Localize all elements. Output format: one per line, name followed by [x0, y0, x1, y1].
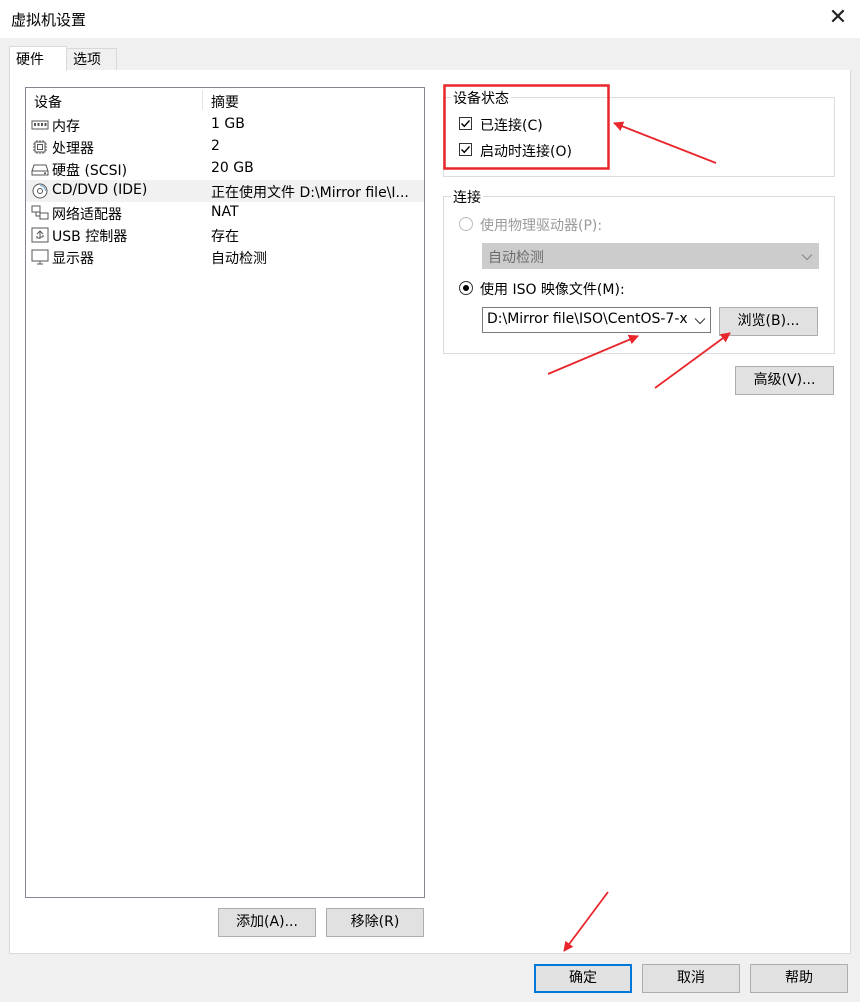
connection-title: 连接	[451, 187, 483, 207]
device-summary: 存在	[211, 229, 239, 245]
device-row-display[interactable]: 显示器 自动检测	[26, 246, 424, 268]
help-button[interactable]: 帮助	[750, 964, 848, 993]
radio-selected-dot	[463, 285, 469, 291]
check-icon	[461, 120, 471, 128]
connected-checkbox[interactable]	[459, 117, 472, 130]
connect-at-power-on-label[interactable]: 启动时连接(O)	[480, 141, 572, 161]
hard-disk-icon	[31, 164, 49, 176]
device-status-title: 设备状态	[451, 88, 511, 108]
advanced-button[interactable]: 高级(V)...	[735, 366, 834, 395]
physical-drive-label[interactable]: 使用物理驱动器(P):	[480, 215, 602, 235]
close-icon[interactable]: ✕	[826, 6, 850, 30]
title-bar: 虚拟机设置 ✕	[0, 0, 860, 38]
device-name: 内存	[52, 119, 80, 135]
device-row-network-adapter[interactable]: 网络适配器 NAT	[26, 202, 424, 224]
iso-path-combobox[interactable]: D:\Mirror file\ISO\CentOS-7-x8	[482, 307, 711, 333]
chevron-down-icon	[801, 254, 813, 261]
chevron-down-icon[interactable]	[694, 317, 706, 325]
device-summary: NAT	[211, 204, 239, 220]
device-name: USB 控制器	[52, 229, 128, 245]
device-summary: 2	[211, 138, 220, 154]
browse-button[interactable]: 浏览(B)...	[719, 307, 818, 336]
device-name: CD/DVD (IDE)	[52, 182, 148, 198]
memory-icon	[31, 120, 49, 130]
device-row-cd-dvd[interactable]: CD/DVD (IDE) 正在使用文件 D:\Mirror file\I...	[26, 180, 424, 202]
device-list-header: 设备 摘要	[26, 88, 424, 112]
device-summary: 1 GB	[211, 116, 245, 132]
device-name: 显示器	[52, 251, 94, 267]
add-device-button[interactable]: 添加(A)...	[218, 908, 316, 937]
iso-image-label[interactable]: 使用 ISO 映像文件(M):	[480, 279, 625, 299]
iso-image-radio[interactable]	[459, 281, 473, 295]
physical-drive-select-value: 自动检测	[488, 250, 544, 266]
tab-options[interactable]: 选项	[66, 48, 117, 70]
window-title: 虚拟机设置	[11, 11, 87, 29]
tab-hardware[interactable]: 硬件	[9, 46, 67, 71]
device-row-usb-controller[interactable]: USB 控制器 存在	[26, 224, 424, 246]
physical-drive-select[interactable]: 自动检测	[482, 243, 819, 269]
device-list[interactable]: 设备 摘要 内存 1 GB 处理器 2 硬盘 (SCSI) 20 GB CD/D…	[25, 87, 425, 898]
device-summary: 正在使用文件 D:\Mirror file\I...	[211, 185, 409, 201]
device-name: 处理器	[52, 141, 94, 157]
device-name: 硬盘 (SCSI)	[52, 163, 128, 179]
device-name: 网络适配器	[52, 207, 122, 223]
device-status-group	[443, 97, 835, 177]
processor-icon	[33, 140, 47, 154]
remove-device-button[interactable]: 移除(R)	[326, 908, 424, 937]
network-adapter-icon	[31, 205, 49, 220]
column-header-summary[interactable]: 摘要	[211, 92, 239, 112]
cd-dvd-icon	[32, 183, 48, 199]
column-separator[interactable]	[202, 90, 203, 110]
check-icon	[461, 146, 471, 154]
column-header-device[interactable]: 设备	[34, 92, 62, 112]
device-row-processor[interactable]: 处理器 2	[26, 136, 424, 158]
connected-label[interactable]: 已连接(C)	[480, 115, 543, 135]
iso-path-value[interactable]: D:\Mirror file\ISO\CentOS-7-x8	[487, 311, 687, 327]
usb-controller-icon	[31, 227, 49, 243]
device-row-memory[interactable]: 内存 1 GB	[26, 114, 424, 136]
device-row-hard-disk[interactable]: 硬盘 (SCSI) 20 GB	[26, 158, 424, 180]
cancel-button[interactable]: 取消	[642, 964, 740, 993]
device-summary: 20 GB	[211, 160, 254, 176]
connect-at-power-on-checkbox[interactable]	[459, 143, 472, 156]
display-icon	[31, 249, 49, 265]
physical-drive-radio[interactable]	[459, 217, 473, 231]
device-summary: 自动检测	[211, 251, 267, 267]
ok-button[interactable]: 确定	[534, 964, 632, 993]
